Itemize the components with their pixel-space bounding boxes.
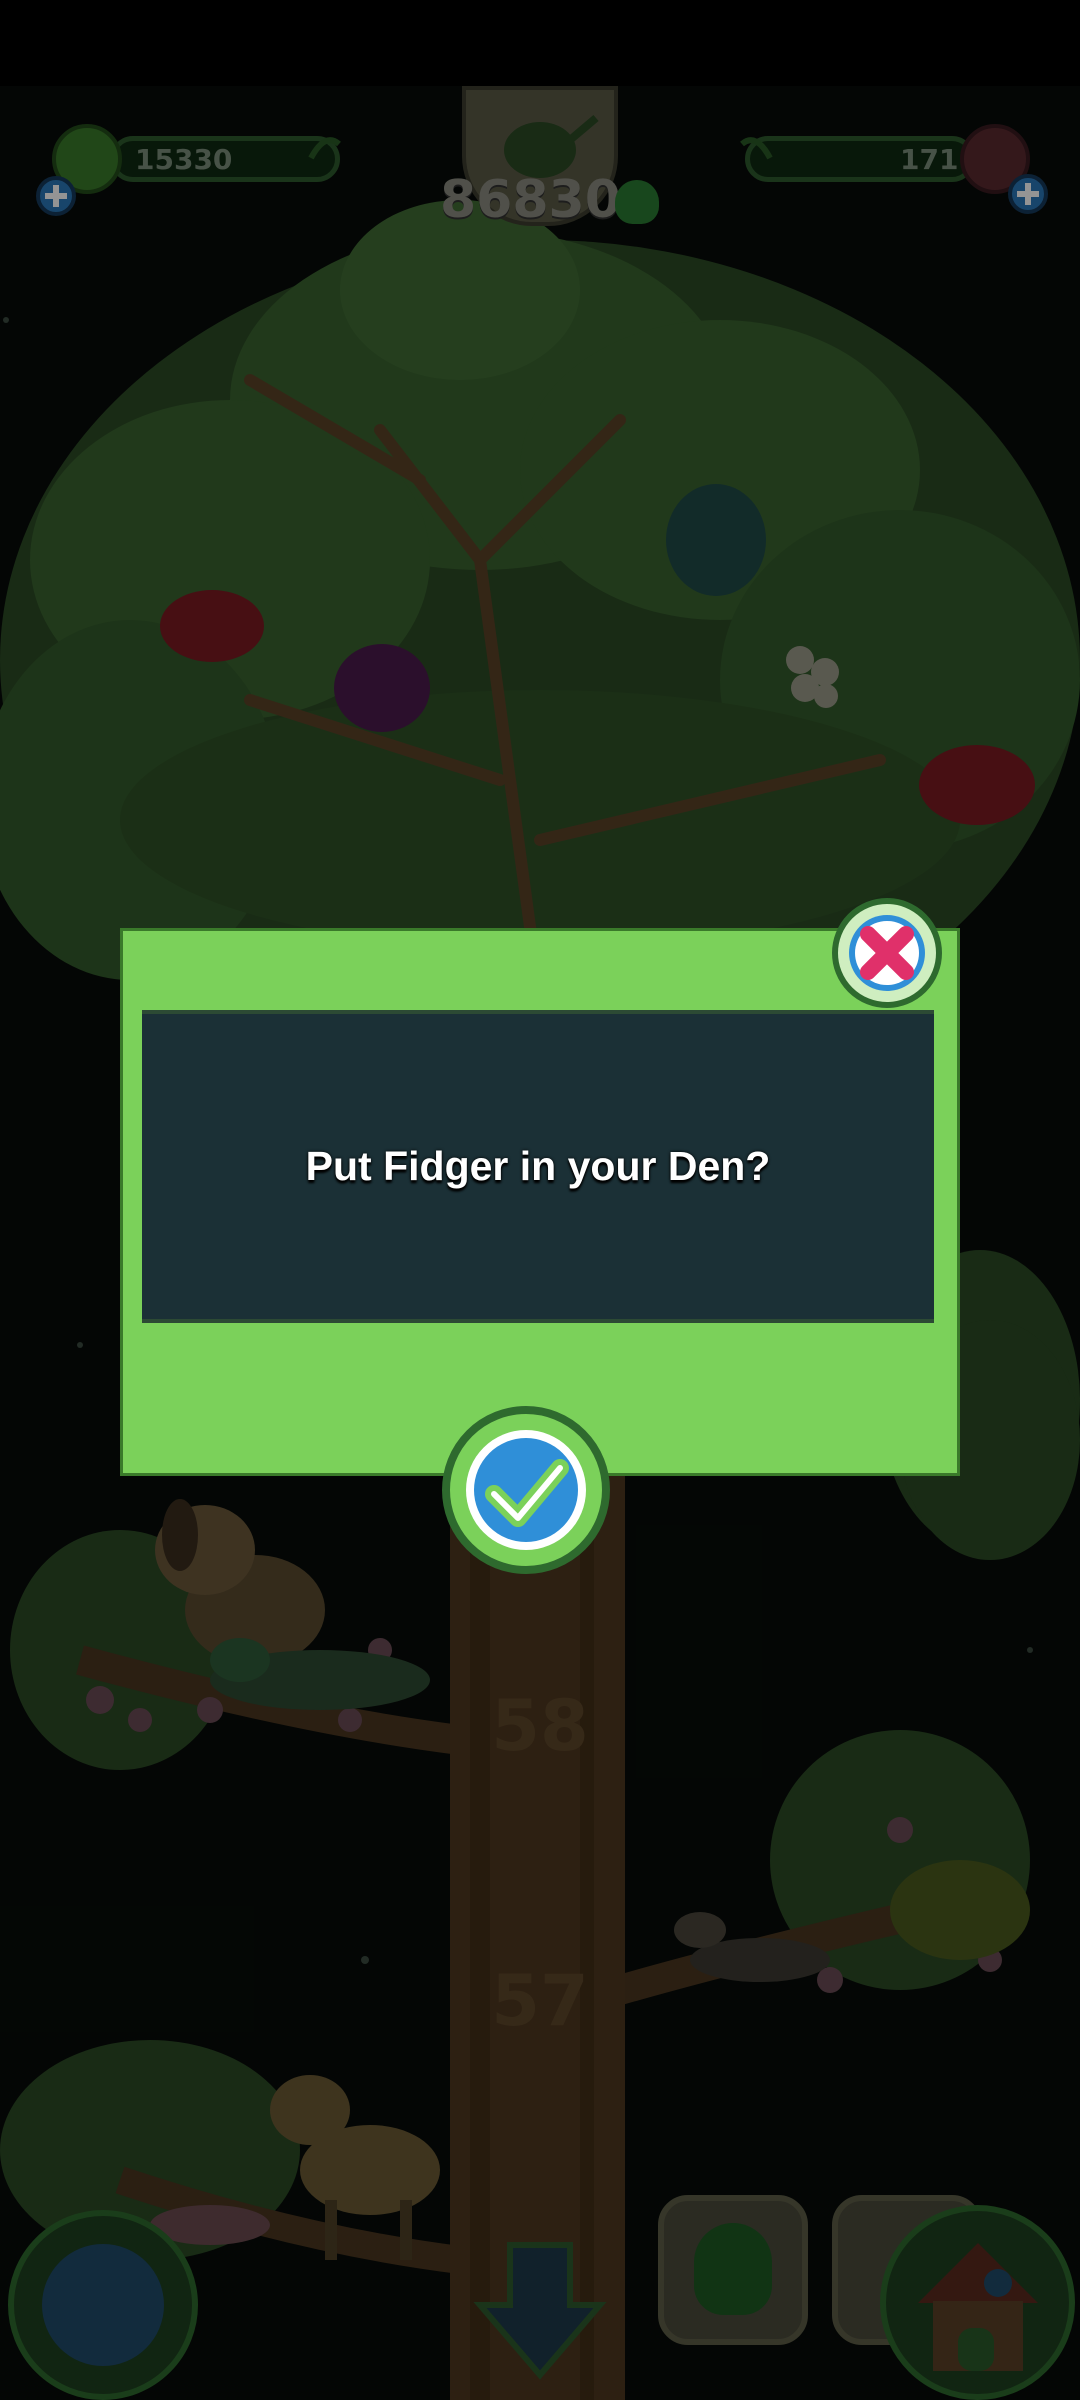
close-button[interactable] <box>832 898 942 1008</box>
red-heart-fruit-2[interactable] <box>919 745 1035 825</box>
level-58-label: 58 <box>491 1685 588 1767</box>
dialog-panel: Put Fidger in your Den? <box>142 1010 934 1323</box>
house-icon <box>918 2243 1038 2371</box>
checkmark-icon <box>466 1430 586 1550</box>
add-right-currency-button[interactable] <box>1008 174 1048 214</box>
green-drop-icon-2 <box>694 2223 772 2315</box>
seadragon-creature[interactable] <box>890 1860 1030 1960</box>
accept-button[interactable] <box>442 1406 610 1574</box>
green-drop-icon <box>615 180 659 224</box>
vine-icon <box>308 137 341 160</box>
globe-icon <box>42 2244 164 2366</box>
left-currency-value: 15330 <box>135 143 233 176</box>
globe-button[interactable] <box>8 2210 198 2400</box>
center-currency-value: 86830 <box>440 170 621 230</box>
game-screen: 58 57 15330 86830 171 Put Fidger in your… <box>0 0 1080 2400</box>
dialog-message: Put Fidger in your Den? <box>305 1143 771 1189</box>
confirm-dialog: Put Fidger in your Den? <box>120 898 960 1574</box>
teal-fruit[interactable] <box>666 484 766 596</box>
vine-icon-right <box>740 137 773 160</box>
grasshopper-creature[interactable] <box>210 1638 430 1710</box>
drop-shop-button[interactable] <box>658 2195 808 2345</box>
den-button[interactable] <box>880 2205 1075 2400</box>
scroll-down-button[interactable] <box>470 2235 610 2385</box>
add-left-currency-button[interactable] <box>36 176 76 216</box>
right-currency-value: 171 <box>900 143 959 176</box>
red-heart-fruit[interactable] <box>160 590 264 662</box>
level-57-label: 57 <box>491 1960 588 2042</box>
purple-fruit[interactable] <box>334 644 430 732</box>
close-icon <box>849 915 925 991</box>
